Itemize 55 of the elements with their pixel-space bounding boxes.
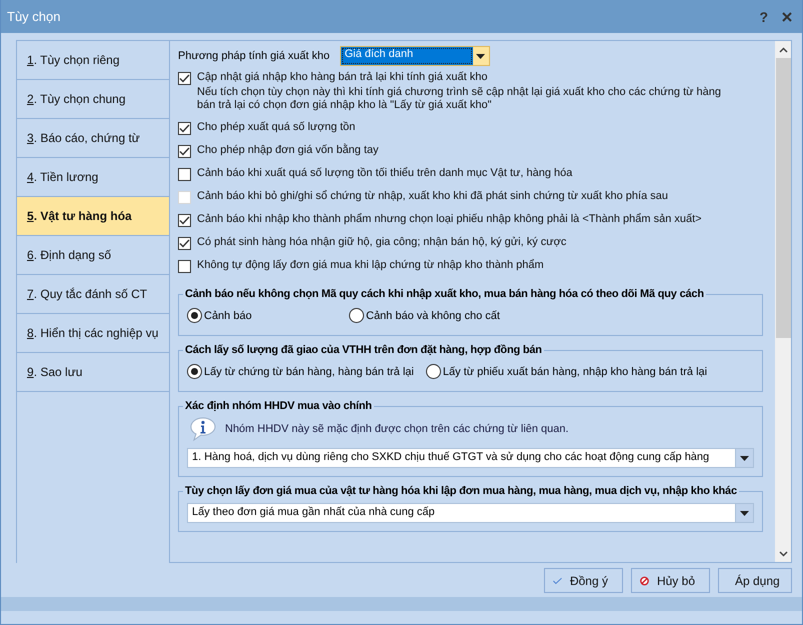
scrollbar[interactable] [775,41,791,562]
checkbox-label: Cập nhật giá nhập kho hàng bán trả lại khi tính giá xuất kho [197,71,488,83]
radio-button[interactable] [187,308,202,323]
scroll-up-icon[interactable] [778,46,788,52]
info-text: Nhóm HHDV này sẽ mặc định được chọn trên các chứng từ liên quan. [225,423,569,435]
radio-button[interactable] [187,364,202,379]
radio-button[interactable] [349,308,364,323]
scroll-down-icon[interactable] [778,550,788,556]
radio-label: Lấy từ phiếu xuất bán hàng, nhập kho hàng bán trả lại [442,366,708,378]
group-title: Cảnh báo nếu không chọn Mã quy cách khi nhập xuất kho, mua bán hàng hóa có theo dõi Mã quy cách [184,288,705,300]
nav-item[interactable]: 9. Sao lưu [17,353,169,392]
group-title: Cách lấy số lượng đã giao của VTHH trên đơn đặt hàng, hợp đồng bán [184,344,543,356]
radio-label: Cảnh báo và không cho cất [366,310,500,322]
nav-item[interactable]: 7. Quy tắc đánh số CT [17,275,169,314]
radio-label: Lấy từ chứng từ bán hàng, hàng bán trả lại [204,366,414,378]
dropdown-arrow-icon [740,456,749,460]
checkbox-label: Có phát sinh hàng hóa nhận giữ hộ, gia công; nhận bán hộ, ký gửi, ký cược [197,236,566,248]
info-icon [189,416,217,442]
dropdown-field[interactable]: 1. Hàng hoá, dịch vụ dùng riêng cho SXKD chịu thuế GTGT và sử dụng cho các hoạt động cung cấp hàng [187,448,754,468]
group-title: Tùy chọn lấy đơn giá mua của vật tư hàng hóa khi lập đơn mua hàng, mua hàng, mua dịch vụ, nhập kho khác [184,485,738,497]
dropdown-field[interactable]: Lấy theo đơn giá mua gần nhất của nhà cung cấp [187,503,754,523]
help-button[interactable]: ? [759,8,768,24]
checkbox[interactable] [178,260,191,273]
costing-method-dropdown[interactable]: Giá đích danh [340,46,490,66]
radio-button[interactable] [426,364,441,379]
dropdown-arrow-icon [740,510,749,516]
close-icon[interactable] [782,12,792,22]
nav-item[interactable]: 6. Định dạng số [17,236,169,275]
checkbox-label: Không tự động lấy đơn giá mua khi lập chứng từ nhập kho thành phẩm [197,259,544,271]
checkbox[interactable] [178,237,191,250]
nav-item[interactable]: 5. Vật tư hàng hóa [17,197,169,236]
radio-label: Cảnh báo [204,310,252,322]
checkbox[interactable] [178,214,191,227]
checkbox[interactable] [178,122,191,135]
dropdown-arrow-icon [476,54,486,58]
nav-item[interactable]: 1. Tùy chọn riêng [17,40,169,80]
checkbox-label: Cảnh báo khi nhập kho thành phẩm nhưng chọn loại phiếu nhập không phải là <Thành phẩm sản xuất> [197,213,702,225]
checkbox[interactable] [178,145,191,158]
nav-item[interactable]: 2. Tùy chọn chung [17,80,169,119]
checkbox-label: Cho phép nhập đơn giá vốn bằng tay [197,144,379,156]
group-title: Xác định nhóm HHDV mua vào chính [184,400,373,412]
window-title: Tùy chọn [7,9,62,24]
apply-button[interactable]: Áp dụng [718,568,792,593]
checkbox[interactable] [178,168,191,181]
scroll-thumb[interactable] [776,58,790,338]
checkbox-label: Cảnh báo khi bỏ ghi/ghi sổ chứng từ nhập, xuất kho khi đã phát sinh chứng từ xuất kho phía sau [197,190,668,202]
checkbox-label: Cảnh báo khi xuất quá số lượng tồn tối thiểu trên danh mục Vật tư, hàng hóa [197,167,572,179]
nav-item[interactable]: 3. Báo cáo, chứng từ [17,119,169,158]
option-note: Nếu tích chọn tùy chọn này thì khi tính giá chương trình sẽ cập nhật lại giá xuất kho cho các chứng từ hàng bán trả lại có chọn đơn giá nhập kho là "Lấy từ giá xuất kho" [197,86,722,112]
checkbox-label: Cho phép xuất quá số lượng tồn [197,121,356,133]
cancel-button[interactable]: Hủy bỏ [631,568,710,593]
checkbox[interactable] [178,72,191,85]
nav-item[interactable]: 8. Hiển thị các nghiệp vụ [17,314,169,353]
ok-button[interactable]: Đồng ý [544,568,623,593]
field-label: Phương pháp tính giá xuất kho [178,50,330,62]
